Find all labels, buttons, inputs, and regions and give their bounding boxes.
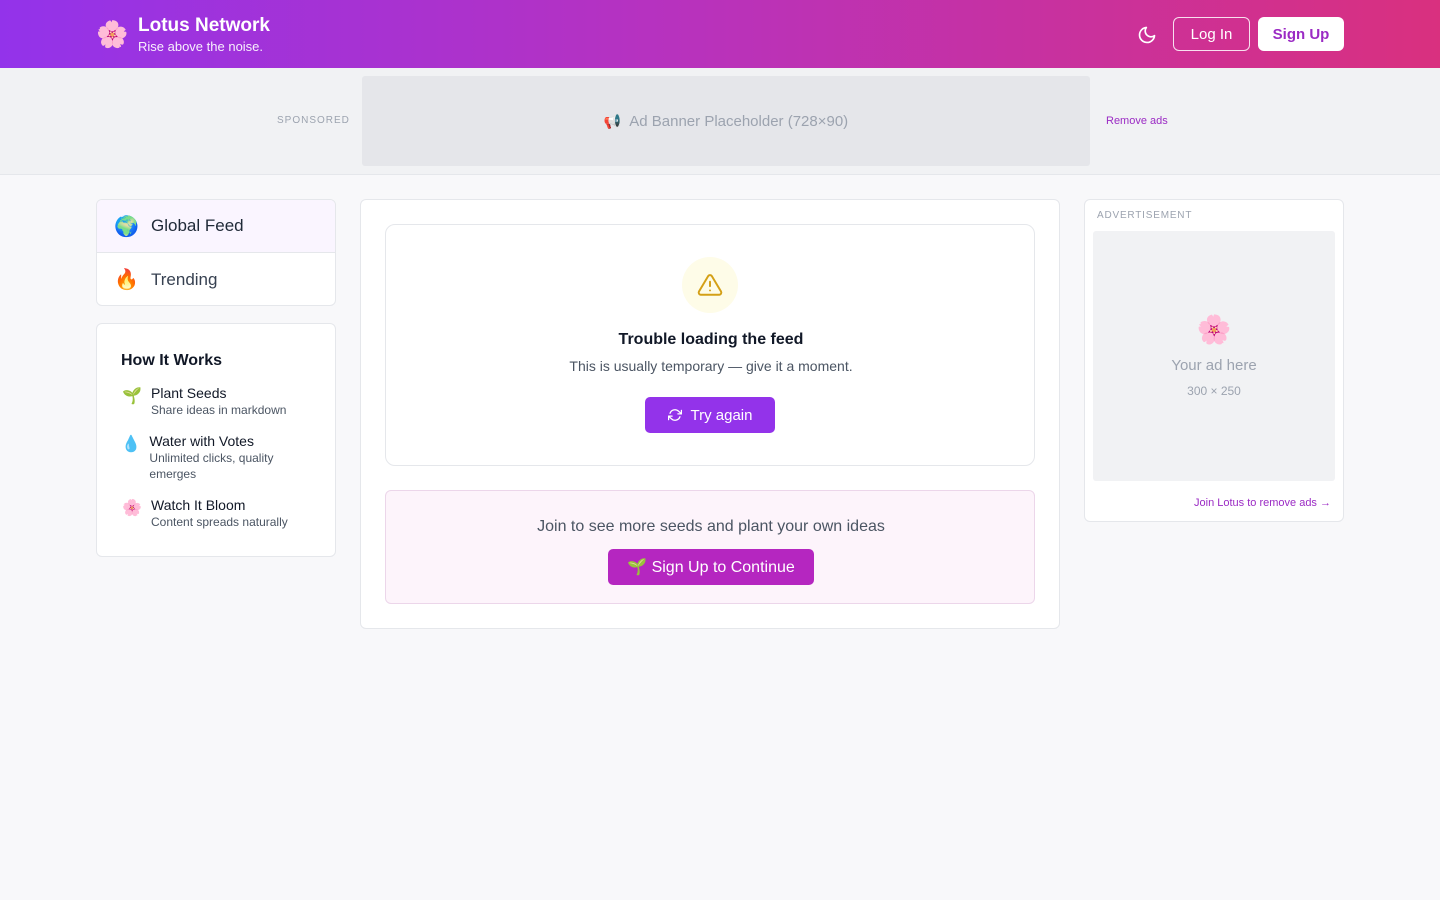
nav-item-label: Global Feed: [151, 216, 244, 235]
how-step-title: Watch It Bloom: [151, 497, 246, 513]
globe-icon: 🌍: [114, 215, 139, 238]
top-navbar: 🌸 Lotus Network Rise above the noise. Lo…: [0, 0, 1440, 68]
theme-toggle-button[interactable]: [1134, 22, 1160, 48]
feed-nav: 🌍 Global Feed 🔥 Trending: [96, 199, 336, 306]
sidebar-ad-card: ADVERTISEMENT 🌸 Your ad here 300 × 250 J…: [1084, 199, 1344, 522]
refresh-icon: [667, 408, 682, 422]
advertisement-label: ADVERTISEMENT: [1097, 210, 1193, 221]
moon-icon: [1138, 26, 1156, 44]
signup-button[interactable]: Sign Up: [1258, 17, 1344, 51]
how-step: 🌸 Watch It Bloom Content spreads natural…: [121, 496, 311, 530]
nav-item-trending[interactable]: 🔥 Trending: [97, 253, 335, 305]
ad-placeholder[interactable]: 🌸 Your ad here 300 × 250: [1093, 231, 1335, 481]
nav-item-label: Trending: [151, 269, 218, 289]
brand-text: Lotus Network Rise above the noise.: [138, 14, 270, 56]
ad-placeholder-size: 300 × 250: [1187, 384, 1241, 398]
how-step-desc: Share ideas in markdown: [151, 403, 287, 417]
feed-error-panel: Trouble loading the feed This is usually…: [385, 224, 1035, 466]
blossom-icon: 🌸: [1196, 314, 1232, 345]
how-it-works-title: How It Works: [121, 352, 223, 369]
fire-icon: 🔥: [114, 269, 139, 291]
join-remove-ads-link[interactable]: Join Lotus to remove ads →: [1194, 497, 1331, 509]
how-step-desc: Unlimited clicks, quality emerges: [149, 451, 274, 481]
top-ad-strip: SPONSORED 📢 Ad Banner Placeholder (728×9…: [0, 68, 1440, 175]
warning-icon: [697, 274, 723, 296]
warning-badge: [682, 257, 738, 313]
try-again-label: Try again: [690, 406, 753, 424]
how-step-desc: Content spreads naturally: [151, 515, 288, 529]
droplet-icon: 💧: [121, 436, 142, 453]
how-step-title: Water with Votes: [149, 433, 254, 449]
signup-continue-button[interactable]: 🌱 Sign Up to Continue: [608, 549, 814, 585]
blossom-icon: 🌸: [122, 500, 142, 517]
join-prompt: Join to see more seeds and plant your ow…: [385, 490, 1035, 604]
feed-card: Trouble loading the feed This is usually…: [360, 199, 1060, 629]
site-tagline: Rise above the noise.: [138, 39, 264, 54]
site-title: Lotus Network: [138, 15, 270, 36]
brand[interactable]: 🌸 Lotus Network Rise above the noise.: [96, 14, 270, 56]
seedling-icon: 🌱: [122, 388, 142, 405]
how-it-works-card: How It Works 🌱 Plant Seeds Share ideas i…: [96, 323, 336, 557]
how-step: 🌱 Plant Seeds Share ideas in markdown: [121, 384, 311, 418]
how-step-title: Plant Seeds: [151, 385, 227, 401]
remove-ads-link[interactable]: Remove ads: [1106, 115, 1168, 127]
nav-item-global-feed[interactable]: 🌍 Global Feed: [97, 200, 335, 253]
ad-placeholder-text: Your ad here: [1171, 357, 1257, 374]
how-step: 💧 Water with Votes Unlimited clicks, qua…: [121, 432, 311, 482]
login-button[interactable]: Log In: [1173, 17, 1250, 51]
lotus-logo-icon: 🌸: [96, 19, 129, 49]
try-again-button[interactable]: Try again: [645, 397, 775, 433]
sponsored-label: SPONSORED: [277, 115, 350, 126]
join-prompt-text: Join to see more seeds and plant your ow…: [537, 518, 885, 535]
error-title: Trouble loading the feed: [618, 331, 804, 348]
ad-banner[interactable]: 📢 Ad Banner Placeholder (728×90): [362, 76, 1090, 166]
error-description: This is usually temporary — give it a mo…: [569, 358, 853, 374]
ad-banner-text: Ad Banner Placeholder (728×90): [629, 112, 849, 130]
megaphone-icon: 📢: [603, 112, 622, 129]
